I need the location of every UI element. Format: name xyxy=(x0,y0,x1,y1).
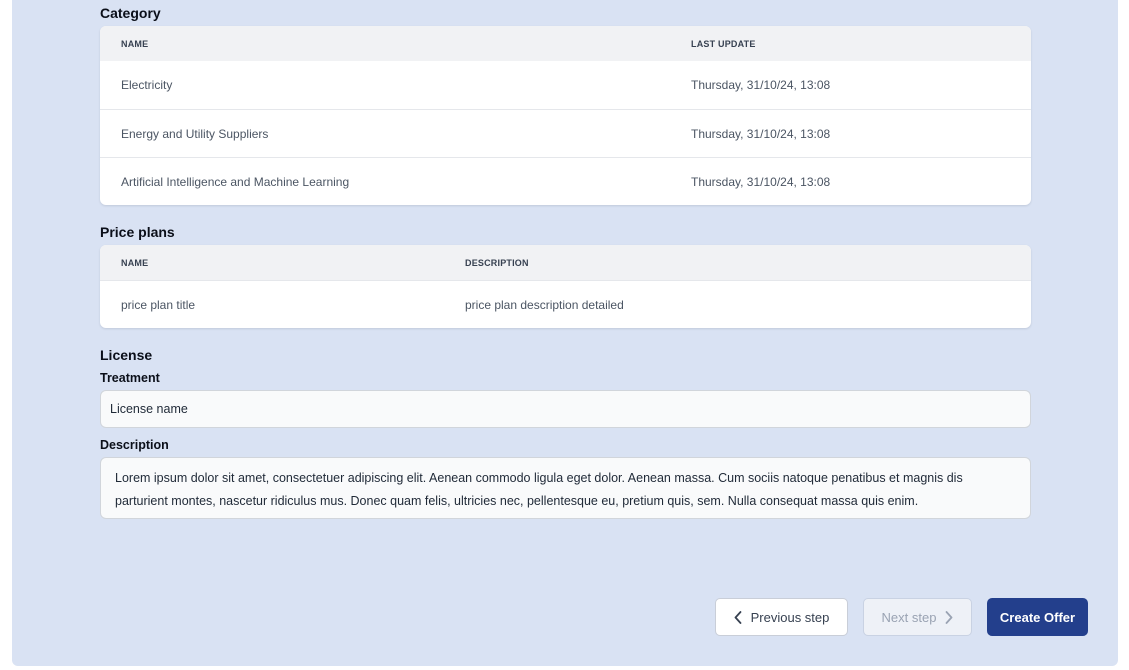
category-name-cell: Energy and Utility Suppliers xyxy=(121,126,269,141)
table-row: price plan title price plan description … xyxy=(100,280,1031,328)
table-row: Energy and Utility Suppliers Thursday, 3… xyxy=(100,109,1031,157)
price-plan-name-cell: price plan title xyxy=(121,297,196,312)
treatment-label: Treatment xyxy=(100,371,160,385)
category-header-last-update: LAST UPDATE xyxy=(691,38,756,49)
chevron-left-icon xyxy=(734,610,742,624)
category-date-cell: Thursday, 31/10/24, 13:08 xyxy=(691,174,831,189)
price-plans-header-name: NAME xyxy=(121,257,149,268)
description-label: Description xyxy=(100,438,169,452)
create-offer-button[interactable]: Create Offer xyxy=(987,598,1088,636)
category-title: Category xyxy=(100,5,161,21)
category-date-cell: Thursday, 31/10/24, 13:08 xyxy=(691,78,831,92)
table-row: Electricity Thursday, 31/10/24, 13:08 xyxy=(100,61,1031,109)
previous-step-button[interactable]: Previous step xyxy=(715,598,848,636)
price-plans-table: NAME DESCRIPTION price plan title price … xyxy=(100,245,1031,328)
price-plans-header-description: DESCRIPTION xyxy=(465,257,529,268)
previous-step-label: Previous step xyxy=(750,609,830,625)
price-plans-table-header: NAME DESCRIPTION xyxy=(100,245,1031,280)
table-row: Artificial Intelligence and Machine Lear… xyxy=(100,157,1031,205)
offer-summary-panel: Category NAME LAST UPDATE Electricity Th… xyxy=(12,0,1118,666)
treatment-input[interactable]: License name xyxy=(100,390,1031,428)
category-table-body: Electricity Thursday, 31/10/24, 13:08 En… xyxy=(100,61,1031,205)
price-plan-description-cell: price plan description detailed xyxy=(465,297,624,312)
category-table-header: NAME LAST UPDATE xyxy=(100,26,1031,61)
category-name-cell: Electricity xyxy=(121,78,173,92)
description-textarea[interactable]: Lorem ipsum dolor sit amet, consectetuer… xyxy=(100,457,1031,519)
chevron-right-icon xyxy=(945,610,953,624)
category-name-cell: Artificial Intelligence and Machine Lear… xyxy=(121,174,350,189)
category-header-name: NAME xyxy=(121,38,149,49)
category-date-cell: Thursday, 31/10/24, 13:08 xyxy=(691,126,831,141)
license-title: License xyxy=(100,347,153,363)
price-plans-title: Price plans xyxy=(100,224,175,240)
next-step-button[interactable]: Next step xyxy=(863,598,972,636)
next-step-label: Next step xyxy=(881,609,937,625)
category-table: NAME LAST UPDATE Electricity Thursday, 3… xyxy=(100,26,1031,205)
